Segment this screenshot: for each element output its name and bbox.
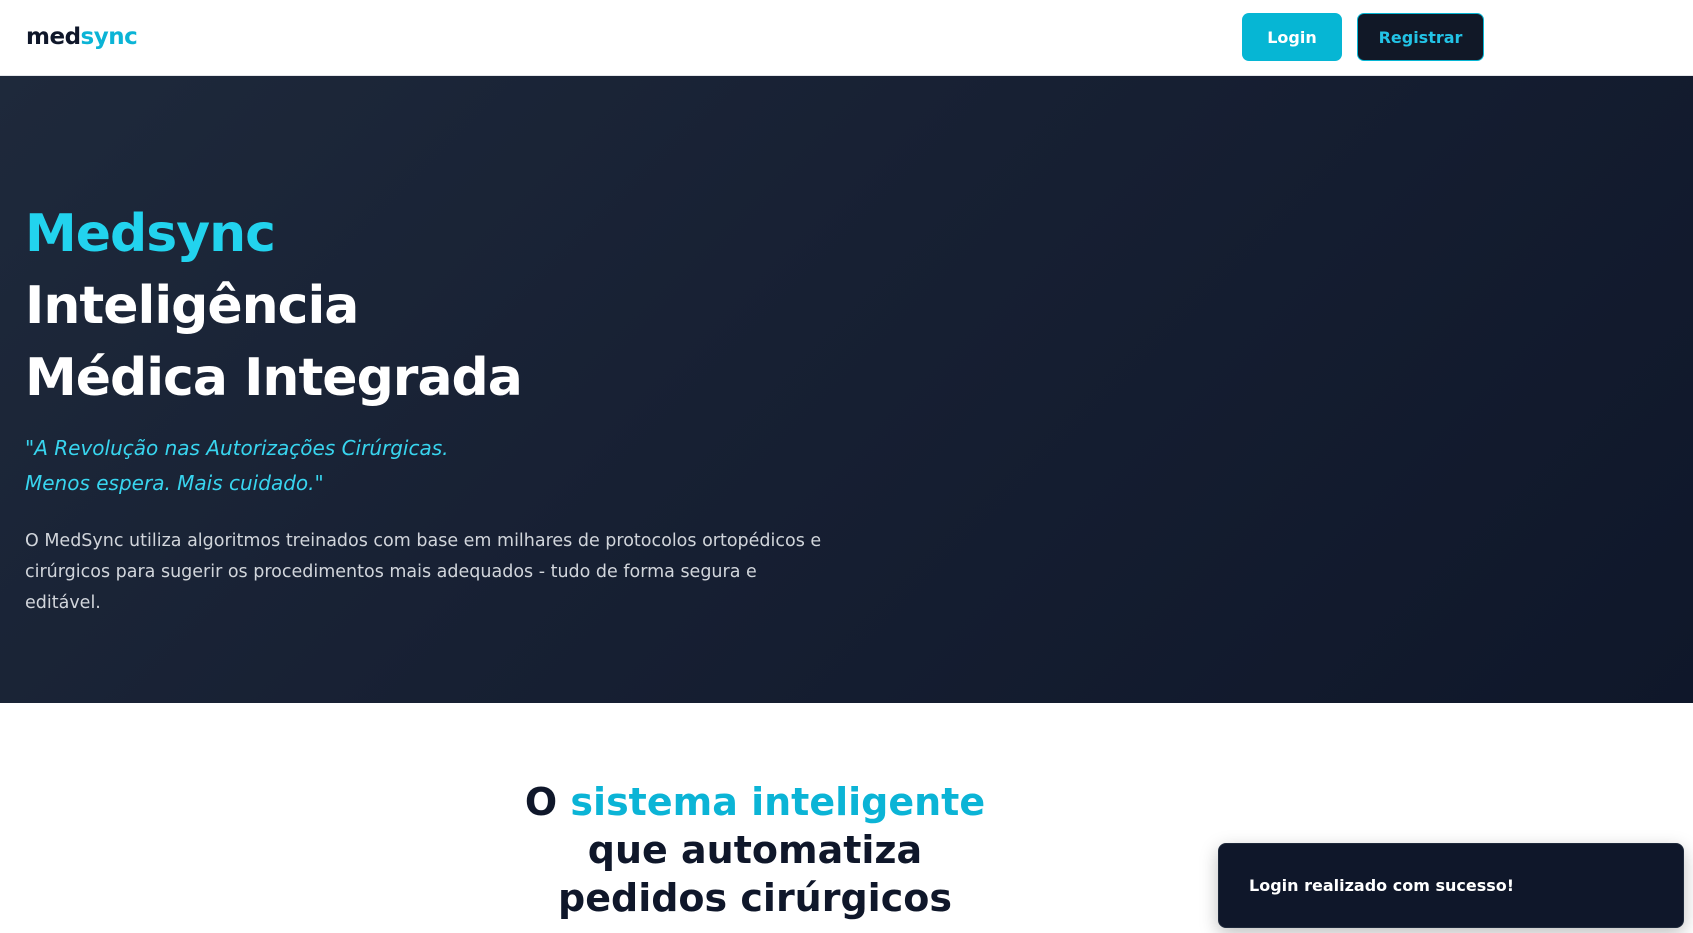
hero-description: O MedSync utiliza algoritmos treinados c… [25, 531, 822, 613]
heading-prefix: O [524, 780, 571, 824]
landing-page: medsync Login Registrar Medsync Inteligê… [0, 0, 1693, 933]
hero-title: Medsync Inteligência Médica Integrada [25, 198, 523, 414]
logo-text-sync: sync [80, 24, 138, 50]
toast-message: Login realizado com sucesso! [1249, 876, 1515, 895]
success-toast[interactable]: Login realizado com sucesso! [1218, 843, 1684, 928]
login-button[interactable]: Login [1242, 13, 1342, 61]
hero-quote: "A Revolução nas Autorizações Cirúrgicas… [25, 431, 449, 501]
hero-quote-line-2: Menos espera. Mais cuidado." [25, 471, 324, 495]
register-button[interactable]: Registrar [1357, 13, 1484, 61]
hero-section: Medsync Inteligência Médica Integrada "A… [0, 76, 1693, 703]
top-navbar: medsync Login Registrar [0, 0, 1693, 76]
hero-quote-line-1: "A Revolução nas Autorizações Cirúrgicas… [25, 436, 449, 460]
features-heading-line-1: O sistema inteligente [0, 778, 1510, 826]
logo-text-med: med [26, 24, 81, 50]
heading-accent: sistema inteligente [570, 780, 986, 824]
hero-brand: Medsync [25, 204, 276, 264]
hero-title-line-1: Inteligência [25, 276, 359, 336]
hero-title-line-2: Médica Integrada [25, 348, 523, 408]
logo[interactable]: medsync [26, 24, 138, 50]
